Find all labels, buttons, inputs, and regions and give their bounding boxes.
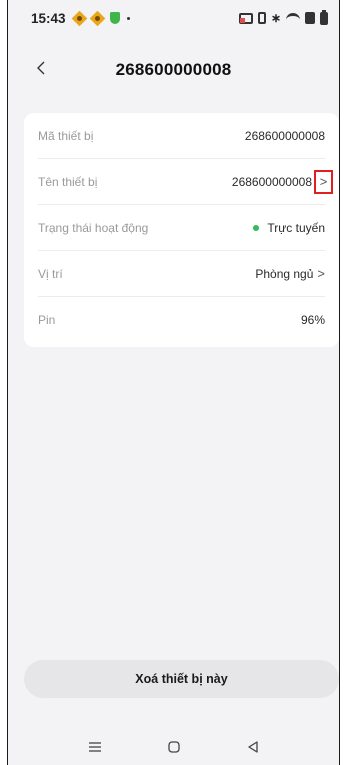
battery-value: 96%	[300, 313, 325, 327]
device-frame-right	[339, 0, 347, 765]
page-header: 268600000008	[9, 50, 338, 90]
back-button[interactable]	[27, 54, 55, 82]
system-icons: ∗	[238, 9, 328, 25]
online-status-dot	[253, 224, 260, 231]
location-value: Phòng ngủ	[255, 266, 314, 281]
wifi-icon	[286, 13, 300, 23]
device-code-row: Mã thiết bị 268600000008	[38, 113, 325, 159]
system-nav-bar	[9, 728, 338, 765]
bluetooth-icon: ∗	[270, 11, 281, 25]
notification-app-icon	[71, 10, 87, 26]
menu-icon	[88, 741, 101, 752]
status-bar: 15:43 ∗	[9, 0, 338, 36]
notification-app-icon	[89, 10, 105, 26]
battery-icon	[320, 9, 328, 25]
shield-icon	[109, 12, 120, 24]
edit-device-name-button[interactable]: >	[314, 169, 333, 194]
device-info-card: Mã thiết bị 268600000008 Tên thiết bị 26…	[24, 113, 339, 347]
status-time: 15:43	[31, 10, 66, 26]
battery-row: Pin 96%	[38, 297, 325, 343]
device-frame-left	[0, 0, 8, 765]
device-name-row[interactable]: Tên thiết bị 268600000008 >	[38, 159, 333, 205]
device-name-label: Tên thiết bị	[38, 174, 98, 189]
status-row: Trạng thái hoạt động Trực tuyến	[38, 205, 325, 251]
device-code-label: Mã thiết bị	[38, 128, 94, 143]
battery-label: Pin	[38, 313, 56, 327]
location-value-wrap: Phòng ngủ >	[255, 266, 325, 281]
device-name-value-wrap: 268600000008 >	[231, 169, 333, 194]
recent-apps-button[interactable]	[80, 732, 110, 762]
vibrate-icon	[257, 12, 266, 24]
home-button[interactable]	[159, 732, 189, 762]
status-value-wrap: Trực tuyến	[253, 221, 325, 235]
notification-icons	[71, 10, 130, 26]
sim-icon	[305, 12, 315, 24]
chevron-right-icon: >	[317, 266, 325, 281]
home-icon	[167, 740, 180, 753]
triangle-back-icon	[247, 740, 258, 753]
more-notifications-dot-icon	[126, 16, 130, 20]
location-label: Vị trí	[38, 266, 63, 281]
status-value: Trực tuyến	[267, 220, 325, 235]
device-name-value: 268600000008	[231, 174, 312, 189]
location-row[interactable]: Vị trí Phòng ngủ >	[38, 251, 325, 297]
delete-device-button[interactable]: Xoá thiết bị này	[24, 660, 339, 698]
page-title: 268600000008	[115, 60, 232, 79]
chevron-right-icon: >	[319, 174, 328, 189]
system-back-button[interactable]	[238, 732, 268, 762]
status-label: Trạng thái hoạt động	[38, 220, 149, 235]
app-screen: 15:43 ∗ 268600000008 Mã thiết bị 2686000…	[9, 0, 339, 765]
device-code-value: 268600000008	[244, 128, 325, 143]
cast-icon	[238, 12, 253, 24]
chevron-left-icon	[37, 61, 45, 75]
